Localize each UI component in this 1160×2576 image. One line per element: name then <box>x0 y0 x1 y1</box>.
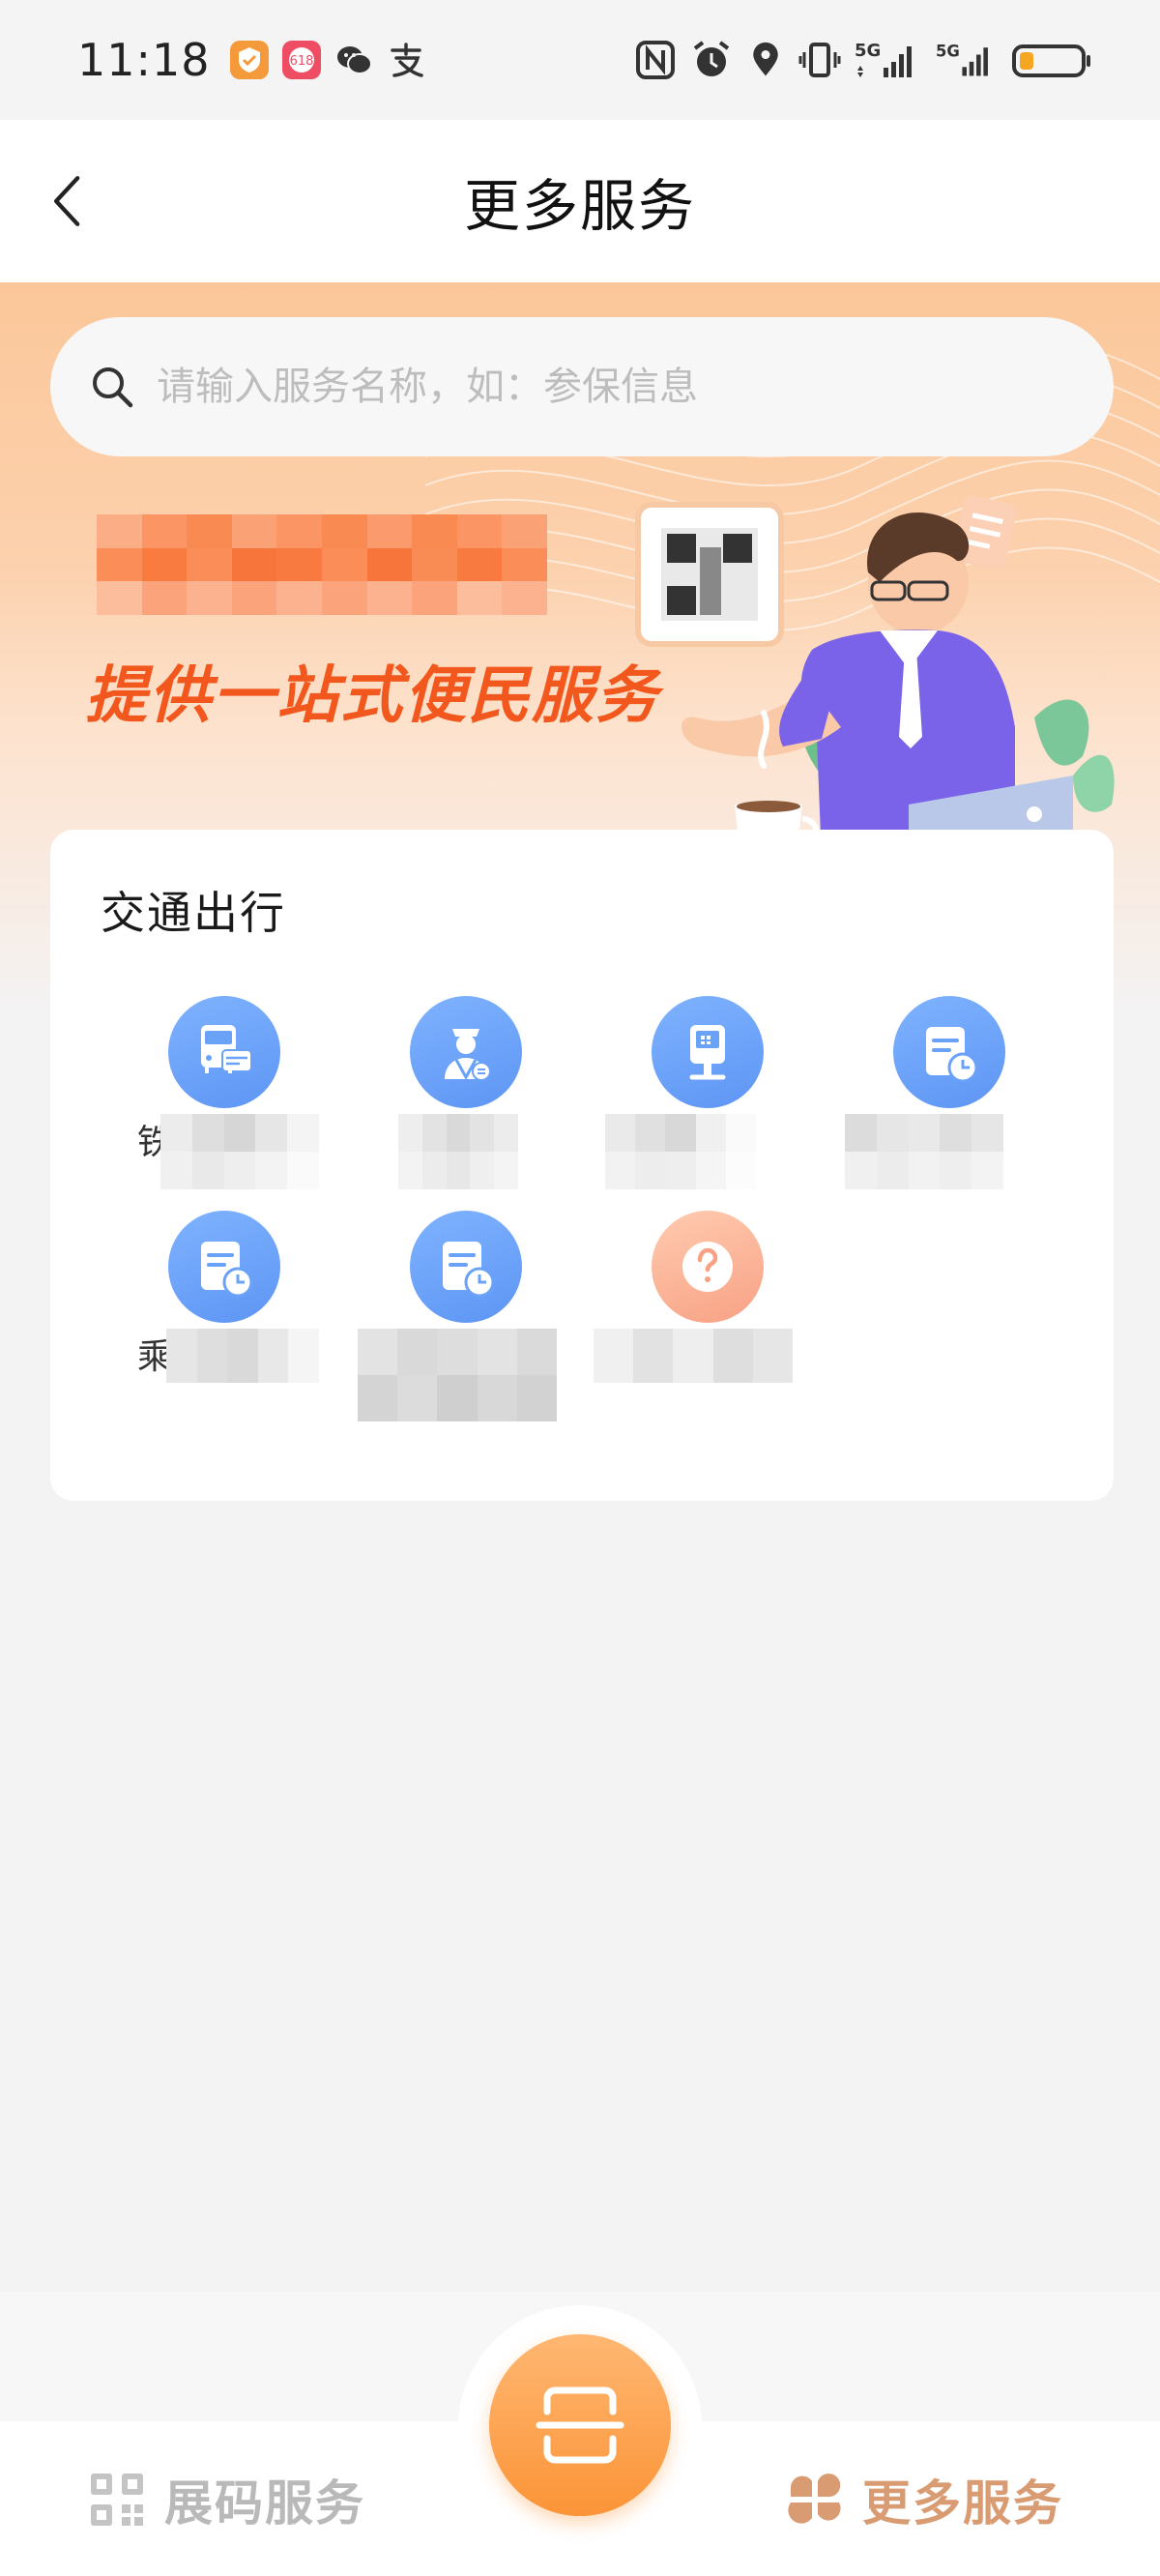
redacted-service-label <box>358 1329 557 1421</box>
banner-redacted-title <box>97 514 547 615</box>
redacted-service-label <box>166 1329 319 1383</box>
service-icon-wrapper <box>652 1211 764 1323</box>
nav-item-more-services[interactable]: 更多服务 <box>785 2466 1063 2533</box>
svg-text:5G: 5G <box>936 42 960 60</box>
redacted-service-label <box>845 1114 1003 1189</box>
section-title: 交通出行 <box>101 887 286 939</box>
redacted-service-label <box>594 1329 793 1383</box>
alipay-icon <box>385 39 427 81</box>
service-icon-wrapper <box>410 996 522 1108</box>
kiosk-icon <box>689 1025 726 1080</box>
qr-code-card <box>635 502 784 647</box>
signal-5g-icon: 5G <box>855 41 912 77</box>
search-input[interactable] <box>157 365 1114 409</box>
status-system-icons: 5G 5G <box>634 39 1092 81</box>
scan-button[interactable] <box>489 2334 671 2516</box>
service-item-help[interactable] <box>594 1211 814 1423</box>
alarm-icon <box>693 41 730 76</box>
battery-icon <box>1012 44 1090 77</box>
nfc-icon <box>636 41 675 79</box>
search-bar[interactable] <box>50 317 1114 456</box>
grid-clover-icon <box>788 2474 841 2524</box>
driver-icon <box>445 1029 491 1081</box>
bottom-navigation: 展码服务 更多服务 <box>0 2292 1160 2576</box>
service-item-kiosk[interactable] <box>601 996 814 1209</box>
redacted-service-label <box>160 1114 319 1189</box>
service-item-bus-card[interactable]: 铁 <box>118 996 331 1209</box>
svg-text:618: 618 <box>289 54 313 69</box>
service-item-ride-record[interactable]: 乘 <box>118 1211 331 1423</box>
redacted-service-label <box>398 1114 518 1189</box>
status-bar: 11:18 618 5G 5G <box>0 0 1160 120</box>
status-time: 11:18 <box>77 34 211 86</box>
vibrate-icon <box>798 43 841 77</box>
back-button[interactable] <box>39 162 97 240</box>
nav-label-more-services: 更多服务 <box>862 2475 1063 2532</box>
svg-text:5G: 5G <box>855 41 881 61</box>
redacted-service-label <box>605 1114 756 1189</box>
service-icon-wrapper <box>168 1211 280 1323</box>
qr-code-icon <box>91 2474 143 2526</box>
service-item-driver[interactable] <box>360 996 572 1209</box>
transport-service-card: 交通出行 铁 乘 <box>50 830 1114 1501</box>
schedule-doc-icon <box>443 1242 495 1298</box>
location-icon <box>753 42 778 76</box>
618-promo-app-icon: 618 <box>280 39 323 81</box>
service-icon-wrapper <box>652 996 764 1108</box>
schedule-doc-icon <box>201 1242 253 1298</box>
service-icon-wrapper <box>168 996 280 1108</box>
chevron-left-icon <box>53 176 80 226</box>
status-app-icons: 618 <box>228 39 427 81</box>
service-item-schedule[interactable] <box>843 996 1056 1209</box>
scan-icon <box>536 2386 624 2464</box>
service-item-schedule-2[interactable] <box>358 1211 572 1423</box>
banner-slogan: 提供一站式便民服务 <box>85 660 659 732</box>
signal-5g-icon: 5G <box>936 42 988 76</box>
app-header: 更多服务 <box>0 120 1160 282</box>
wechat-icon <box>333 39 375 81</box>
service-icon-wrapper <box>893 996 1005 1108</box>
bus-card-icon <box>201 1025 252 1073</box>
page-title: 更多服务 <box>463 173 696 239</box>
checkmark-shield-app-icon <box>228 39 271 81</box>
service-icon-wrapper <box>410 1211 522 1323</box>
search-icon <box>93 367 133 408</box>
question-icon <box>682 1242 733 1292</box>
nav-item-show-code[interactable]: 展码服务 <box>87 2466 365 2533</box>
nav-label-show-code: 展码服务 <box>164 2475 365 2532</box>
schedule-doc-icon <box>926 1027 978 1083</box>
